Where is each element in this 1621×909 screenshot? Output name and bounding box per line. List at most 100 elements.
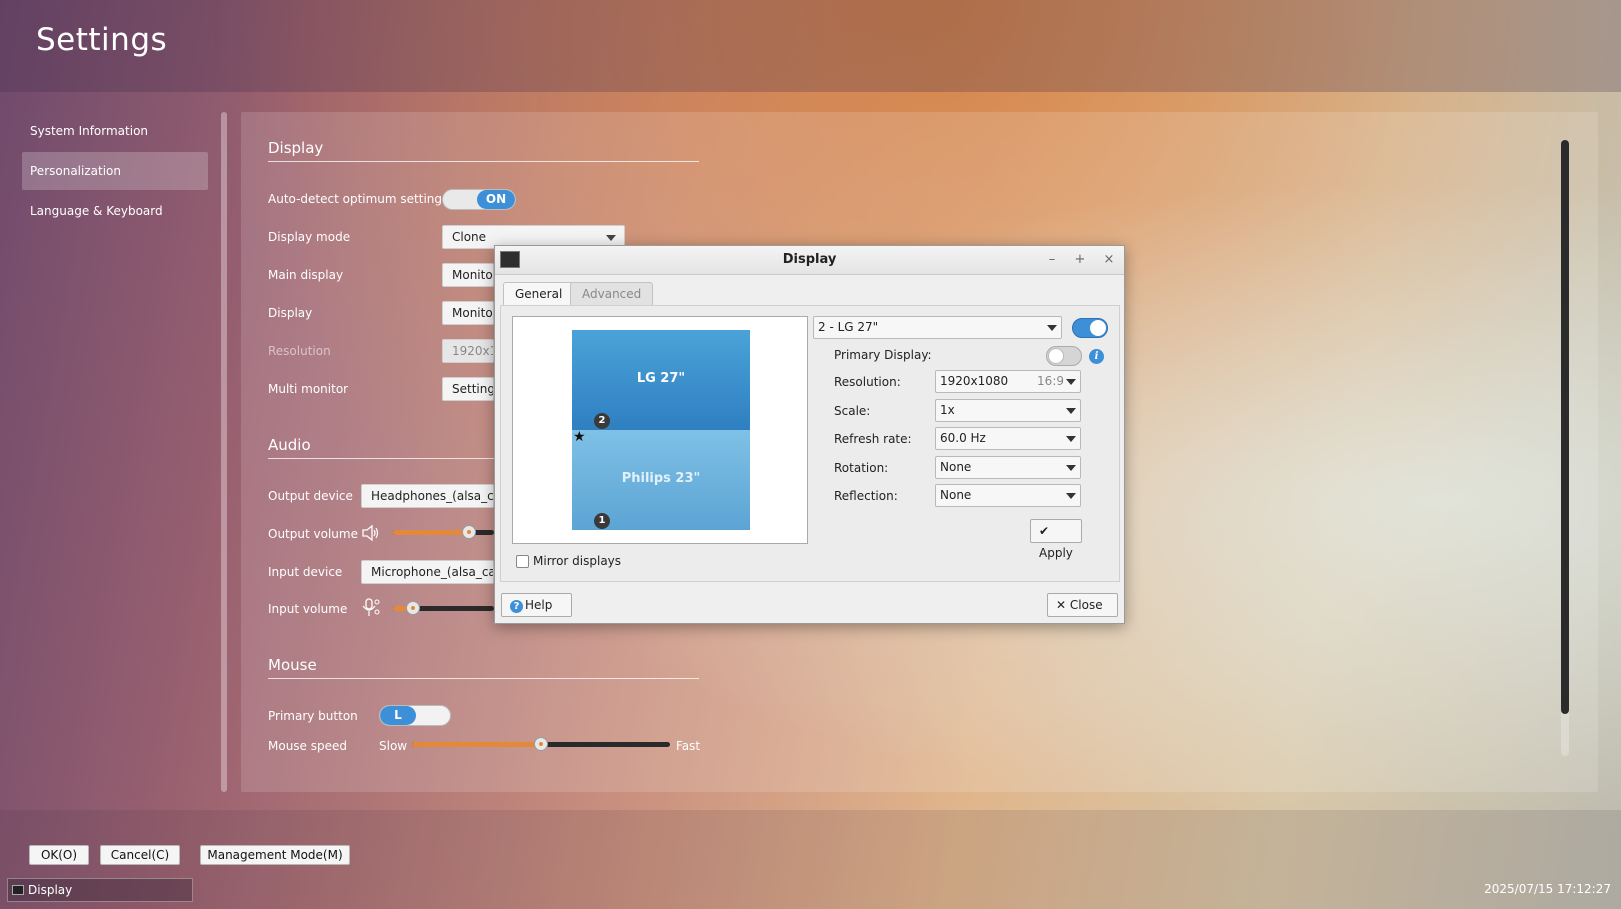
chevron-down-icon [1066,408,1076,414]
monitor-number-badge: 2 [594,413,610,429]
multi-monitor-value: Setting [452,382,494,396]
display-select[interactable]: Monitor [442,301,494,325]
microphone-icon[interactable] [361,598,381,618]
apply-label: Apply [1039,546,1073,560]
primary-display-label: Primary Display: [834,348,932,362]
rotation-value: None [940,460,972,474]
input-device-select[interactable]: Microphone_(alsa_card [361,560,494,584]
cancel-button[interactable]: Cancel(C) [100,845,180,865]
maximize-icon[interactable]: + [1072,252,1088,268]
primary-button-label: Primary button [268,709,358,723]
sidebar-item-system-information[interactable]: System Information [22,112,208,150]
taskbar-item-display[interactable]: Display [7,878,193,902]
tab-general[interactable]: General [503,282,575,306]
reflection-label: Reflection: [834,489,898,503]
dlg-resolution-value: 1920x1080 [940,374,1009,388]
primary-display-switch[interactable] [1046,346,1082,366]
output-device-label: Output device [268,489,353,503]
monitor-enabled-switch[interactable] [1072,318,1108,338]
refresh-rate-label: Refresh rate: [834,432,912,446]
auto-detect-toggle[interactable]: ON [442,189,516,210]
audio-section-divider [268,458,494,459]
mouse-speed-knob[interactable] [534,737,548,751]
taskbar-clock: 2025/07/15 17:12:27 [1484,882,1611,896]
input-volume-label: Input volume [268,602,348,616]
monitor-tile-philips-name: Philips 23" [621,471,701,486]
help-icon: ? [510,600,523,613]
sidebar-scrollbar[interactable] [221,112,227,792]
input-volume-knob[interactable] [406,601,420,615]
dlg-resolution-select[interactable]: 1920x1080 16:9 [935,370,1081,393]
mouse-section-title: Mouse [268,656,317,674]
panel-scrollbar-thumb[interactable] [1561,140,1569,714]
header-band [0,0,1621,92]
scale-value: 1x [940,403,955,417]
monitor-number-badge: 1 [594,513,610,529]
help-label: Help [525,598,553,612]
refresh-rate-select[interactable]: 60.0 Hz [935,427,1081,450]
mouse-section-divider [268,678,699,679]
display-mode-label: Display mode [268,230,351,244]
chevron-down-icon [1066,436,1076,442]
refresh-rate-value: 60.0 Hz [940,431,986,445]
chevron-down-icon [1066,465,1076,471]
multi-monitor-setting-button[interactable]: Setting [442,377,494,401]
apply-button[interactable]: ✔ Apply [1030,519,1082,560]
resolution-select[interactable]: 1920x1 [442,339,494,363]
display-mode-value: Clone [452,230,487,244]
monitor-select[interactable]: 2 - LG 27" [813,316,1062,339]
mirror-displays-checkbox[interactable] [516,555,529,568]
scale-label: Scale: [834,404,871,418]
primary-button-toggle[interactable]: L [379,705,451,726]
scale-select[interactable]: 1x [935,399,1081,422]
star-icon: ★ [573,429,586,445]
output-device-value: Headphones_(alsa_car [371,489,494,503]
speaker-icon[interactable] [361,524,381,542]
reflection-select[interactable]: None [935,484,1081,507]
dialog-titlebar[interactable]: Display – + × [495,246,1124,275]
dlg-resolution-label: Resolution: [834,375,901,389]
output-volume-fill [393,530,469,535]
input-device-value: Microphone_(alsa_card [371,565,493,579]
display-section-divider [268,161,699,162]
monitor-icon [12,885,24,895]
main-display-value: Monitor [452,268,494,282]
rotation-select[interactable]: None [935,456,1081,479]
chevron-down-icon [1066,379,1076,385]
resolution-value: 1920x1 [452,344,494,358]
monitor-layout-preview[interactable]: LG 27" 2 Philips 23" 1 ★ [512,316,808,544]
auto-detect-label: Auto-detect optimum settings [268,192,449,206]
resolution-label: Resolution [268,344,331,358]
ok-button[interactable]: OK(O) [29,845,89,865]
close-button[interactable]: ✕ Close [1047,593,1118,617]
app-title: Settings [36,22,168,58]
info-icon[interactable]: i [1089,349,1104,364]
management-mode-button[interactable]: Management Mode(M) [200,845,350,865]
chevron-down-icon [1066,493,1076,499]
display-label: Display [268,306,313,320]
close-label: Close [1069,598,1103,612]
help-button[interactable]: ? Help [501,593,572,617]
display-value: Monitor [452,306,494,320]
monitor-tile-lg-name: LG 27" [636,371,686,386]
output-device-select[interactable]: Headphones_(alsa_car [361,484,494,508]
primary-button-value: L [380,706,416,725]
rotation-label: Rotation: [834,461,889,475]
output-volume-label: Output volume [268,527,358,541]
tab-advanced[interactable]: Advanced [570,282,654,306]
aspect-ratio-label: 16:9 [1037,374,1064,388]
input-device-label: Input device [268,565,343,579]
checkmark-icon: ✔ [1039,524,1050,538]
sidebar-item-personalization[interactable]: Personalization [22,152,208,190]
close-icon[interactable]: × [1101,252,1117,268]
sidebar: System Information Personalization Langu… [22,112,208,232]
mouse-speed-fill [412,742,541,747]
output-volume-slider[interactable] [393,530,494,535]
mirror-displays-label: Mirror displays [533,554,622,568]
main-display-label: Main display [268,268,344,282]
dialog-title: Display [782,252,837,267]
output-volume-knob[interactable] [462,525,476,539]
main-display-select[interactable]: Monitor [442,263,494,287]
sidebar-item-language-keyboard[interactable]: Language & Keyboard [22,192,208,230]
minimize-icon[interactable]: – [1044,252,1060,268]
